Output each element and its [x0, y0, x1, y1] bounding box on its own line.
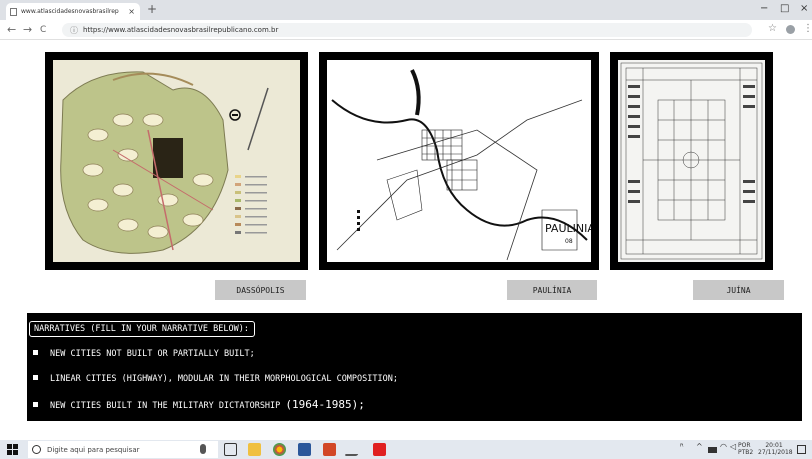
forward-button[interactable]: →: [23, 23, 32, 36]
bullet-icon: [33, 350, 38, 355]
chrome-icon[interactable]: [273, 443, 286, 456]
caption-paulinia: PAULÍNIA: [507, 280, 597, 300]
address-bar: ← → C ⓘ https://www.atlascidadesnovasbra…: [0, 20, 812, 40]
new-tab-button[interactable]: +: [147, 2, 157, 16]
bullet-icon: [33, 402, 38, 407]
city-grid-plan-image: [618, 60, 765, 262]
bullet-icon: [33, 375, 38, 380]
word-icon[interactable]: [298, 443, 311, 456]
taskbar-search-box[interactable]: Digite aqui para pesquisar: [28, 441, 218, 458]
map-title-label: PAULINIA: [545, 222, 591, 235]
tab-title: www.atlascidadesnovasbrasilrep: [21, 8, 119, 15]
menu-icon[interactable]: ⋮: [803, 23, 812, 34]
microphone-icon[interactable]: [200, 444, 206, 454]
info-icon[interactable]: ⓘ: [70, 25, 78, 36]
gallery-image-juina[interactable]: [610, 52, 773, 270]
bookmark-star-icon[interactable]: ☆: [768, 23, 777, 34]
tray-chevron-icon[interactable]: ^: [696, 443, 703, 451]
volume-icon[interactable]: ◁: [730, 443, 736, 451]
clock[interactable]: 20:01 27/11/2018: [758, 442, 793, 456]
people-icon[interactable]: ᴿ: [680, 443, 684, 451]
narrative-item: LINEAR CITIES (HIGHWAY), MODULAR IN THEI…: [33, 374, 398, 384]
city-map-image: PAULINIA 08: [327, 60, 595, 262]
battery-icon[interactable]: [708, 447, 717, 453]
caption-juina: JUÍNA: [693, 280, 784, 300]
narrative-item: NEW CITIES BUILT IN THE MILITARY DICTATO…: [33, 398, 365, 411]
url-field[interactable]: ⓘ https://www.atlascidadesnovasbrasilrep…: [62, 23, 752, 37]
signature-app-icon[interactable]: [344, 443, 365, 456]
profile-avatar[interactable]: [786, 25, 795, 34]
narratives-panel: NARRATIVES (FILL IN YOUR NARRATIVE BELOW…: [27, 313, 802, 421]
narrative-item: NEW CITIES NOT BUILT OR PARTIALLY BUILT;: [33, 349, 255, 359]
file-explorer-icon[interactable]: [248, 443, 261, 456]
caption-dassopolis: DASSÓPOLIS: [215, 280, 306, 300]
search-placeholder: Digite aqui para pesquisar: [47, 445, 140, 454]
minimize-button[interactable]: −: [760, 3, 768, 14]
network-icon[interactable]: ◠: [720, 443, 727, 451]
narratives-title: NARRATIVES (FILL IN YOUR NARRATIVE BELOW…: [29, 321, 255, 337]
cortana-icon: [32, 445, 41, 454]
language-indicator[interactable]: POR PTB2: [738, 442, 753, 456]
url-text: https://www.atlascidadesnovasbrasilrepub…: [83, 26, 279, 34]
tab-bar: www.atlascidadesnovasbrasilrep × + − □ ×: [0, 0, 812, 20]
task-view-icon[interactable]: [224, 443, 237, 456]
taskbar: Digite aqui para pesquisar ᴿ ^ ◠ ◁ POR P…: [0, 440, 812, 459]
close-tab-icon[interactable]: ×: [128, 7, 135, 16]
powerpoint-icon[interactable]: [323, 443, 336, 456]
maximize-button[interactable]: □: [780, 3, 789, 14]
windows-start-icon[interactable]: [7, 444, 18, 455]
gallery-image-dassopolis[interactable]: [45, 52, 308, 270]
browser-tab[interactable]: www.atlascidadesnovasbrasilrep ×: [6, 3, 140, 20]
notification-center-icon[interactable]: [797, 445, 806, 454]
page-icon: [10, 7, 17, 16]
back-button[interactable]: ←: [7, 23, 16, 36]
gallery-image-paulinia[interactable]: PAULINIA 08: [319, 52, 599, 270]
acrobat-icon[interactable]: [373, 443, 386, 456]
close-window-button[interactable]: ×: [800, 3, 808, 14]
map-number-label: 08: [565, 238, 573, 245]
city-plan-image: [53, 60, 300, 262]
reload-button[interactable]: C: [40, 25, 46, 35]
